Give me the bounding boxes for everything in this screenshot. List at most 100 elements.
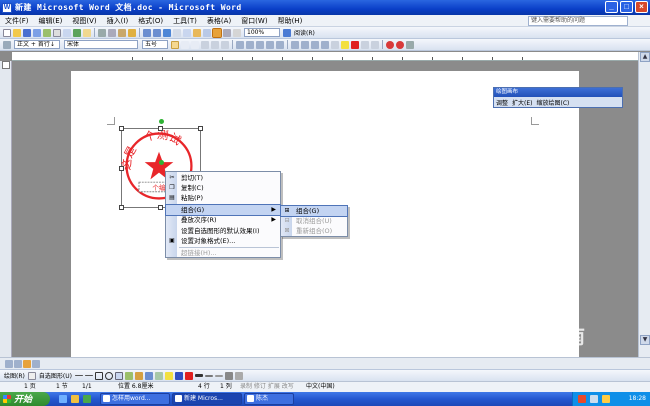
expand-button[interactable]: 扩大(E) <box>512 98 532 107</box>
highlight-icon[interactable] <box>341 40 349 49</box>
vertical-scrollbar[interactable]: ▲ ▼ <box>638 52 650 357</box>
permission-icon[interactable] <box>33 28 41 37</box>
textbox-icon[interactable] <box>114 371 123 380</box>
document-map-icon[interactable] <box>223 28 231 37</box>
hyperlink-icon[interactable] <box>163 28 171 37</box>
start-button[interactable]: 开始 <box>0 392 50 406</box>
resize-handle[interactable] <box>119 166 124 171</box>
menu-item-paste[interactable]: ▤ 粘贴(P) <box>166 193 280 203</box>
arrow-style-icon[interactable] <box>214 374 223 377</box>
fill-color-icon[interactable] <box>164 371 173 380</box>
font-color-icon[interactable] <box>351 40 359 49</box>
submenu-item-group[interactable]: ⊞ 组合(G) <box>280 205 348 217</box>
oval-icon[interactable] <box>104 371 113 380</box>
rotate-handle[interactable] <box>159 119 164 124</box>
resize-handle[interactable] <box>119 205 124 210</box>
minimize-button[interactable]: _ <box>605 1 618 13</box>
menu-item-cut[interactable]: ✂ 剪切(T) <box>166 173 280 183</box>
menu-help[interactable]: 帮助(H) <box>273 16 308 26</box>
style-select[interactable]: 正文 + 首行↓ <box>14 40 60 49</box>
close-button[interactable]: × <box>635 1 648 13</box>
menu-view[interactable]: 视图(V) <box>67 16 101 26</box>
email-icon[interactable] <box>43 28 51 37</box>
dash-style-icon[interactable] <box>204 374 213 377</box>
clipart-icon[interactable] <box>144 371 153 380</box>
media-quicklaunch-icon[interactable] <box>83 395 91 403</box>
word-app-icon[interactable]: W <box>2 2 12 13</box>
scroll-down-arrow[interactable]: ▼ <box>640 335 650 345</box>
web-view-icon[interactable] <box>14 360 22 368</box>
diagram-icon[interactable] <box>134 371 143 380</box>
taskbar-item-chenjie[interactable]: 陈杰 <box>244 393 294 405</box>
resize-handle[interactable] <box>158 126 163 131</box>
format-painter-icon[interactable] <box>128 28 136 37</box>
menu-insert[interactable]: 插入(I) <box>102 16 134 26</box>
styles-pane-icon[interactable] <box>3 40 11 49</box>
underline-icon[interactable] <box>191 40 199 49</box>
bullets-icon[interactable] <box>301 40 309 49</box>
numbering-icon[interactable] <box>291 40 299 49</box>
insert-excel-icon[interactable] <box>193 28 201 37</box>
horizontal-ruler[interactable] <box>12 52 638 61</box>
insert-table-icon[interactable] <box>183 28 191 37</box>
rotate-handle[interactable] <box>159 160 164 165</box>
draw-menu-button[interactable]: 绘图(R) <box>4 371 25 380</box>
open-folder-icon[interactable] <box>13 28 21 37</box>
zoom-select[interactable]: 100% <box>244 28 280 37</box>
menu-item-format-object[interactable]: ▣ 设置对象格式(E)... <box>166 236 280 246</box>
outline-view-icon[interactable] <box>32 360 40 368</box>
resize-handle[interactable] <box>119 126 124 131</box>
menu-item-group[interactable]: 组合(G) ▶ <box>165 204 281 216</box>
paste-icon[interactable] <box>118 28 126 37</box>
menu-item-copy[interactable]: ❐ 复制(C) <box>166 183 280 193</box>
font-select[interactable]: 宋体 <box>64 40 138 49</box>
vertical-ruler[interactable] <box>0 61 12 361</box>
autoshapes-button[interactable]: 自选图形(U) <box>39 371 72 380</box>
drawing-icon[interactable] <box>212 27 222 38</box>
print-icon[interactable] <box>53 28 61 37</box>
network-icon[interactable] <box>590 395 598 403</box>
resize-handle[interactable] <box>198 126 203 131</box>
settings-icon[interactable] <box>406 40 414 49</box>
char-shading-icon[interactable] <box>211 40 219 49</box>
increase-indent-icon[interactable] <box>321 40 329 49</box>
print-preview-icon[interactable] <box>63 28 71 37</box>
menu-item-order[interactable]: 叠放次序(R) ▶ <box>166 215 280 225</box>
align-center-icon[interactable] <box>246 40 254 49</box>
menu-file[interactable]: 文件(F) <box>0 16 34 26</box>
fit-button[interactable]: 调整 <box>496 98 508 107</box>
ie-quicklaunch-icon[interactable] <box>59 395 67 403</box>
redo-icon[interactable] <box>153 28 161 37</box>
decrease-indent-icon[interactable] <box>311 40 319 49</box>
align-right-icon[interactable] <box>256 40 264 49</box>
align-justify-icon[interactable] <box>236 40 244 49</box>
phonetic-icon[interactable] <box>361 40 369 49</box>
maximize-button[interactable]: □ <box>620 1 633 13</box>
line-style-icon[interactable] <box>194 374 203 377</box>
scroll-up-arrow[interactable]: ▲ <box>640 52 650 62</box>
read-mode-button[interactable]: 阅读(R) <box>294 28 315 37</box>
menu-window[interactable]: 窗口(W) <box>236 16 272 26</box>
show-hide-icon[interactable] <box>233 28 241 37</box>
picture-icon[interactable] <box>154 371 163 380</box>
taskbar-item-new-doc[interactable]: 新建 Micros... <box>172 393 242 405</box>
arrow-icon[interactable] <box>84 375 93 376</box>
menu-item-default-effect[interactable]: 设置自选图形的默认效果(I) <box>166 226 280 236</box>
line-color-icon[interactable] <box>174 371 183 380</box>
select-objects-icon[interactable] <box>27 371 36 380</box>
help-search-input[interactable]: 键入需要帮助的问题 <box>528 16 628 26</box>
border-icon[interactable] <box>331 40 339 49</box>
font-color-icon[interactable] <box>184 371 193 380</box>
columns-icon[interactable] <box>203 28 211 37</box>
help-icon[interactable] <box>283 28 291 37</box>
line-spacing-icon[interactable] <box>276 40 284 49</box>
record-icon[interactable] <box>386 40 394 49</box>
menu-format[interactable]: 格式(O) <box>133 16 168 26</box>
stop-icon[interactable] <box>396 40 404 49</box>
resize-handle[interactable] <box>158 205 163 210</box>
bold-icon[interactable] <box>171 40 179 49</box>
save-icon[interactable] <box>23 28 31 37</box>
wordart-icon[interactable] <box>124 371 133 380</box>
italic-icon[interactable] <box>181 40 189 49</box>
char-scale-icon[interactable] <box>221 40 229 49</box>
